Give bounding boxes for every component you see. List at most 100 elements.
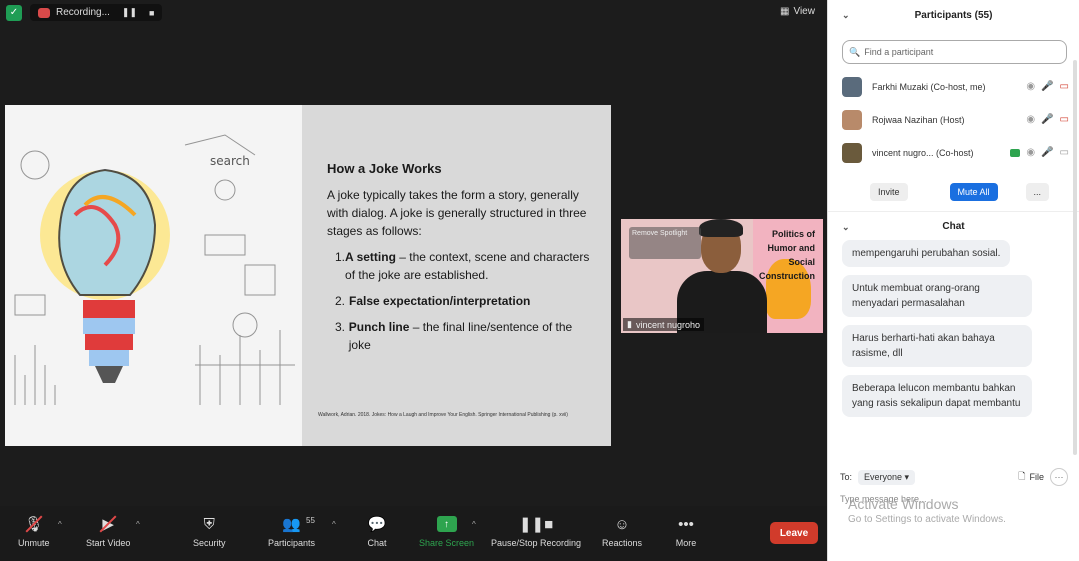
grid-icon: ▦ (780, 6, 790, 17)
chat-title: Chat (942, 221, 965, 232)
chat-button[interactable]: 💬 Chat (366, 514, 388, 548)
participants-icon: 👥 (282, 516, 301, 533)
invite-button[interactable]: Invite (870, 183, 908, 201)
remove-spotlight-overlay[interactable]: Remove Spotlight (629, 227, 701, 259)
slide-list-item: 1. A setting – the context, scene and ch… (327, 248, 593, 284)
participants-title: Participants (55) (914, 9, 993, 21)
share-options-chevron-icon[interactable]: ^ (472, 520, 476, 529)
participant-status-icons: ◉ 🎤 ▭ (1010, 147, 1069, 158)
meeting-toolbar: 🎙 Unmute ^ ▶ Start Video ^ ⛨ Security 👥 … (0, 506, 827, 561)
participant-actions: Invite Mute All ... (828, 169, 1079, 201)
participant-name: Rojwaa Nazihan (Host) (872, 114, 965, 125)
security-label: Security (193, 538, 226, 548)
recipient-select[interactable]: Everyone ▾ (858, 469, 916, 485)
collapse-chevron-icon[interactable]: ⌄ (842, 222, 850, 233)
participant-search-input[interactable]: 🔍 Find a participant (842, 40, 1067, 64)
search-icon: 🔍 (849, 46, 861, 57)
item-number: 2. (335, 294, 346, 308)
participants-options-chevron-icon[interactable]: ^ (332, 520, 336, 529)
chat-message: mempengaruhi perubahan sosial. (828, 240, 1079, 275)
reactions-label: Reactions (602, 538, 643, 548)
speaker-slide-title: Politics of Humor and Social Constructio… (759, 229, 815, 281)
smiley-icon: ☺ (614, 515, 630, 533)
mic-muted-icon: 🎤 (1041, 114, 1054, 125)
item-heading: False expectation/interpretation (349, 294, 531, 308)
more-label: More (675, 538, 697, 548)
chat-label: Chat (367, 538, 387, 548)
participants-header: ⌄ Participants (55) (828, 0, 1079, 30)
panel-scrollbar[interactable] (1073, 60, 1077, 455)
pause-recording-icon[interactable]: ❚❚ (122, 7, 137, 18)
share-screen-icon-wrap: ↑ (436, 514, 458, 534)
more-button[interactable]: ••• More (675, 514, 697, 549)
recording-label: Recording... (56, 7, 110, 18)
chat-message: Harus berharti-hati akan bahaya rasisme,… (828, 325, 1079, 375)
video-options-chevron-icon[interactable]: ^ (136, 520, 140, 529)
view-label: View (793, 6, 815, 17)
mic-icon: 🎤 (1041, 147, 1054, 158)
item-heading: A setting (345, 250, 396, 264)
reactions-button[interactable]: ☺ Reactions (602, 514, 643, 549)
security-button[interactable]: ⛨ Security (193, 514, 226, 549)
activate-windows-subtitle: Go to Settings to activate Windows. (848, 514, 1006, 525)
file-button[interactable]: 🗋 File (1018, 469, 1044, 485)
item-heading: Punch line (348, 320, 410, 334)
participant-row[interactable]: Farkhi Muzaki (Co-host, me) ◉ 🎤 ▭ (828, 70, 1079, 103)
chat-message-text: Beberapa lelucon membantu bahkan yang ra… (842, 375, 1032, 417)
recording-indicator: Recording... ❚❚ ■ (30, 4, 163, 21)
svg-text:search: search (210, 154, 250, 168)
chat-message-text: Untuk membuat orang-orang menyadari perm… (842, 275, 1032, 317)
pause-stop-recording-label: Pause/Stop Recording (491, 538, 582, 548)
participant-status-icons: ◉ 🎤 ▭ (1026, 114, 1069, 125)
participant-list: Farkhi Muzaki (Co-host, me) ◉ 🎤 ▭ Rojwaa… (828, 70, 1079, 169)
video-icon: ▭ (1059, 147, 1069, 158)
chat-messages: mempengaruhi perubahan sosial. Untuk mem… (828, 240, 1079, 458)
share-screen-button[interactable]: ↑ Share Screen (419, 514, 474, 548)
share-screen-icon: ↑ (436, 516, 457, 532)
file-label: File (1029, 472, 1044, 482)
item-number: 3. (335, 320, 346, 334)
start-video-label: Start Video (86, 538, 131, 548)
chat-more-button[interactable]: ··· (1050, 468, 1068, 486)
avatar (842, 142, 862, 163)
mic-muted-icon: 🎤 (1041, 81, 1054, 92)
participants-more-button[interactable]: ... (1025, 183, 1050, 201)
participant-name: Farkhi Muzaki (Co-host, me) (872, 81, 986, 92)
participants-label: Participants (268, 538, 316, 548)
microphone-muted-icon: 🎙 (24, 516, 44, 533)
pause-stop-recording-button[interactable]: ❚❚■ Pause/Stop Recording (491, 514, 581, 548)
slide-intro: A joke typically takes the form a story,… (327, 188, 587, 238)
unmute-label: Unmute (18, 538, 50, 548)
chat-footer: To: Everyone ▾ 🗋 File ··· Type message he… (828, 462, 1079, 561)
lightbulb-illustration: search (5, 105, 302, 446)
speaker-video[interactable]: Politics of Humor and Social Constructio… (621, 219, 823, 333)
shield-icon[interactable]: ✓ (6, 4, 22, 21)
meeting-area: ✓ Recording... ❚❚ ■ ▦ View search How a … (0, 0, 827, 561)
chat-message: Beberapa lelucon membantu bahkan yang ra… (828, 375, 1079, 425)
leave-button[interactable]: Leave (770, 522, 818, 544)
stop-recording-icon[interactable]: ■ (149, 8, 154, 18)
participant-row[interactable]: vincent nugro... (Co-host) ◉ 🎤 ▭ (828, 136, 1079, 169)
mute-all-button[interactable]: Mute All (949, 183, 998, 201)
unmute-button[interactable]: 🎙 Unmute (18, 514, 50, 548)
start-video-button[interactable]: ▶ Start Video (86, 514, 130, 548)
participant-row[interactable]: Rojwaa Nazihan (Host) ◉ 🎤 ▭ (828, 103, 1079, 136)
speaker-hair (699, 219, 743, 237)
eye-icon: ◉ (1026, 114, 1036, 125)
avatar (842, 76, 862, 97)
slide-list-item: 3. Punch line – the final line/sentence … (327, 318, 593, 354)
eye-icon: ◉ (1026, 147, 1036, 158)
audio-options-chevron-icon[interactable]: ^ (58, 520, 62, 529)
chat-bubble-icon: 💬 (367, 516, 387, 533)
lightbulb-icon: search (5, 105, 302, 446)
collapse-chevron-icon[interactable]: ⌄ (842, 10, 850, 21)
view-button[interactable]: ▦ View (780, 6, 815, 17)
activate-windows-title: Activate Windows (848, 496, 959, 512)
file-icon: 🗋 (1018, 471, 1026, 481)
zoom-window: ✓ Recording... ❚❚ ■ ▦ View search How a … (0, 0, 1079, 561)
slide-title: How a Joke Works (327, 161, 442, 176)
participant-name: vincent nugro... (Co-host) (872, 147, 974, 158)
chat-message-text: Harus berharti-hati akan bahaya rasisme,… (842, 325, 1032, 367)
slide-list: 1. A setting – the context, scene and ch… (327, 248, 593, 354)
chat-message-text: mempengaruhi perubahan sosial. (842, 240, 1011, 267)
